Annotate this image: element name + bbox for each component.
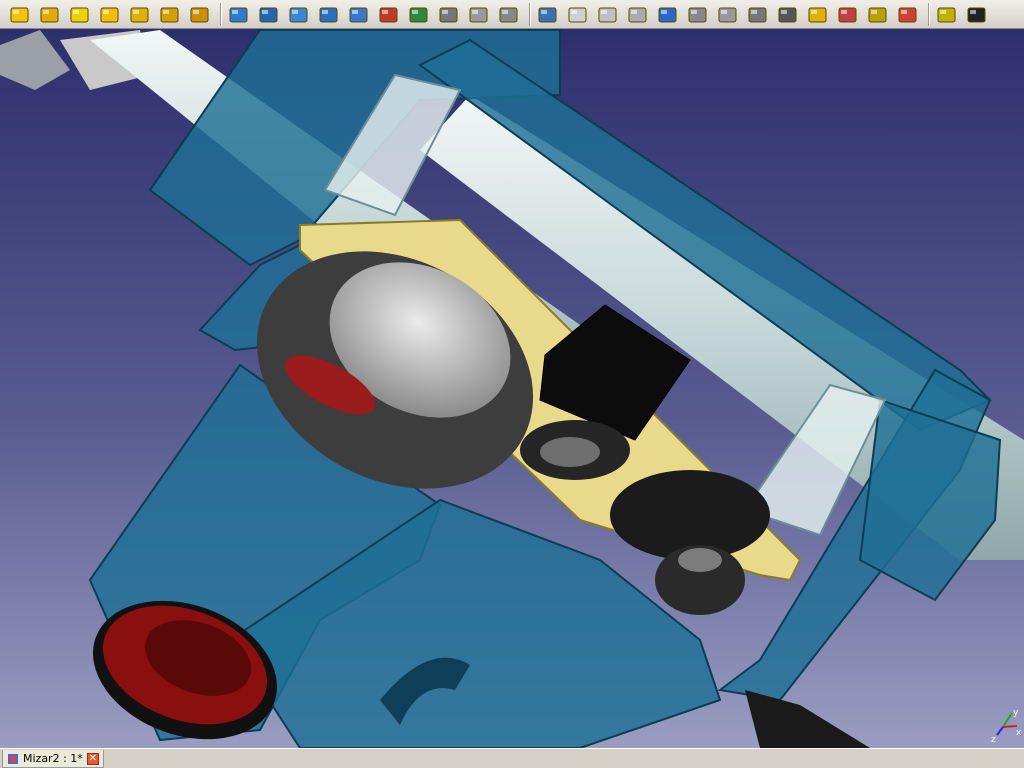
measure-clear-icon[interactable] bbox=[896, 3, 919, 26]
document-tab-label: Mizar2 : 1* bbox=[23, 752, 83, 765]
axis-z-label: z bbox=[991, 735, 996, 745]
box-icon[interactable] bbox=[8, 3, 31, 26]
cad-model-render: x y z bbox=[0, 29, 1024, 748]
section-icon[interactable] bbox=[686, 3, 709, 26]
close-tab-button[interactable]: ✕ bbox=[86, 752, 99, 765]
axis-x-label: x bbox=[1016, 728, 1022, 738]
boolean-icon[interactable] bbox=[536, 3, 559, 26]
fuse-icon[interactable] bbox=[596, 3, 619, 26]
cone-icon[interactable] bbox=[98, 3, 121, 26]
join-icon[interactable] bbox=[656, 3, 679, 26]
thickness-icon[interactable] bbox=[497, 3, 520, 26]
measure-angular-icon[interactable] bbox=[836, 3, 859, 26]
document-tab[interactable]: Mizar2 : 1* ✕ bbox=[2, 750, 104, 768]
cross-sections-icon[interactable] bbox=[716, 3, 739, 26]
toolbar bbox=[0, 0, 1024, 29]
cylinder-icon[interactable] bbox=[38, 3, 61, 26]
axis-y-label: y bbox=[1013, 708, 1019, 718]
3d-viewport[interactable]: x y z bbox=[0, 29, 1024, 748]
status-bar: Mizar2 : 1* ✕ bbox=[0, 748, 1024, 768]
cut-icon[interactable] bbox=[566, 3, 589, 26]
loft-icon[interactable] bbox=[407, 3, 430, 26]
toggle-delta-icon[interactable] bbox=[965, 3, 988, 26]
torus-icon[interactable] bbox=[128, 3, 151, 26]
measure-refresh-icon[interactable] bbox=[866, 3, 889, 26]
sweep-icon[interactable] bbox=[437, 3, 460, 26]
fillet-icon[interactable] bbox=[317, 3, 340, 26]
check-geometry-icon[interactable] bbox=[776, 3, 799, 26]
extrude-icon[interactable] bbox=[227, 3, 250, 26]
primitives-icon[interactable] bbox=[158, 3, 181, 26]
sphere-icon[interactable] bbox=[68, 3, 91, 26]
toolbar-separator bbox=[928, 3, 930, 26]
axis-triad: x y z bbox=[991, 708, 1022, 745]
document-icon bbox=[8, 753, 18, 764]
shape-builder-icon[interactable] bbox=[188, 3, 211, 26]
ruled-surface-icon[interactable] bbox=[377, 3, 400, 26]
measure-linear-icon[interactable] bbox=[806, 3, 829, 26]
toolbar-separator bbox=[529, 3, 531, 26]
compound-icon[interactable] bbox=[746, 3, 769, 26]
revolve-icon[interactable] bbox=[257, 3, 280, 26]
offset-icon[interactable] bbox=[467, 3, 490, 26]
toolbar-separator bbox=[220, 3, 222, 26]
common-icon[interactable] bbox=[626, 3, 649, 26]
chamfer-icon[interactable] bbox=[347, 3, 370, 26]
mirror-icon[interactable] bbox=[287, 3, 310, 26]
toggle-3d-icon[interactable] bbox=[935, 3, 958, 26]
